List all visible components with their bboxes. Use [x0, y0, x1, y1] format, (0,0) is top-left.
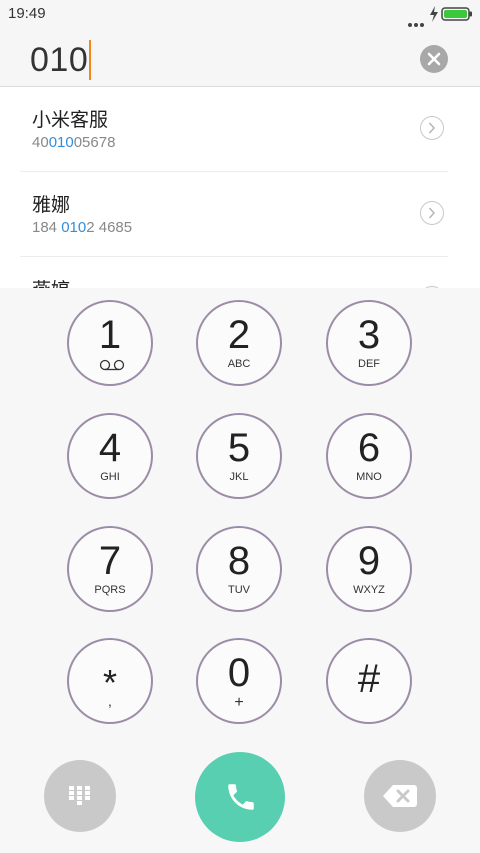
- key-letters: DEF: [358, 358, 380, 370]
- text-caret: [89, 40, 92, 81]
- contact-name: 雅娜: [32, 194, 71, 216]
- contact-name: 燕婷: [32, 275, 70, 288]
- key-0[interactable]: 0 +: [196, 638, 282, 724]
- dialed-number-field[interactable]: 010: [30, 38, 92, 82]
- key-letters: +: [234, 694, 244, 711]
- contact-suggestion-list: 小米客服 4001005678 雅娜 184 0102 4685 燕婷: [0, 87, 480, 288]
- key-digit: 9: [357, 539, 381, 583]
- chevron-right-icon[interactable]: [420, 201, 444, 225]
- key-digit: 2: [227, 313, 251, 357]
- key-letters: PQRS: [94, 584, 126, 596]
- key-5[interactable]: 5 JKL: [196, 413, 282, 499]
- key-letters: GHI: [100, 471, 120, 483]
- key-6[interactable]: 6 MNO: [326, 413, 412, 499]
- key-digit: 8: [227, 539, 251, 583]
- key-star[interactable]: * ,: [67, 638, 153, 724]
- key-2[interactable]: 2 ABC: [196, 300, 282, 386]
- matched-digits: 010: [48, 134, 74, 151]
- dialpad-grid-icon: [69, 786, 90, 805]
- key-letters: ABC: [227, 358, 251, 370]
- key-1[interactable]: 1: [67, 300, 153, 386]
- key-digit: 7: [98, 539, 122, 583]
- key-digit: 4: [98, 426, 122, 470]
- clear-input-button[interactable]: [420, 45, 448, 73]
- key-digit: 1: [98, 313, 122, 357]
- key-4[interactable]: 4 GHI: [67, 413, 153, 499]
- key-letters: MNO: [356, 471, 382, 483]
- voicemail-icon: [99, 359, 125, 371]
- key-3[interactable]: 3 DEF: [326, 300, 412, 386]
- key-7[interactable]: 7 PQRS: [67, 526, 153, 612]
- key-letters: TUV: [228, 584, 250, 596]
- key-letters: JKL: [229, 471, 249, 483]
- call-button[interactable]: [195, 752, 285, 842]
- dialpad-toggle-button[interactable]: [44, 760, 116, 832]
- contact-list-item[interactable]: 小米客服 4001005678: [20, 87, 448, 172]
- status-bar: 19:49: [0, 0, 480, 28]
- key-digit: 0: [227, 651, 251, 695]
- key-letters: WXYZ: [353, 584, 385, 596]
- backspace-button[interactable]: [364, 760, 436, 832]
- key-digit: 6: [357, 426, 381, 470]
- key-hash[interactable]: #: [326, 638, 412, 724]
- matched-digits: 010: [61, 219, 87, 236]
- close-icon: [427, 52, 441, 66]
- key-digit: 5: [227, 426, 251, 470]
- contact-list-item[interactable]: 雅娜 184 0102 4685: [20, 172, 448, 257]
- key-8[interactable]: 8 TUV: [196, 526, 282, 612]
- key-9[interactable]: 9 WXYZ: [326, 526, 412, 612]
- backspace-icon: [383, 785, 417, 807]
- key-digit: #: [357, 657, 381, 701]
- contact-list-item[interactable]: 燕婷: [20, 257, 448, 288]
- dial-input-area: 010: [0, 28, 480, 87]
- contact-number: 184 0102 4685: [32, 219, 133, 236]
- key-letters: ,: [108, 693, 112, 709]
- key-digit: 3: [357, 313, 381, 357]
- contact-number: 4001005678: [32, 134, 116, 151]
- phone-handset-icon: [228, 784, 254, 810]
- charging-bolt-icon: [430, 6, 438, 22]
- battery-icon: [441, 7, 472, 21]
- status-time: 19:49: [8, 5, 46, 22]
- dialed-number-text: 010: [30, 41, 89, 79]
- contact-name: 小米客服: [32, 109, 109, 131]
- more-notifications-icon: [408, 12, 428, 27]
- chevron-right-icon[interactable]: [420, 116, 444, 140]
